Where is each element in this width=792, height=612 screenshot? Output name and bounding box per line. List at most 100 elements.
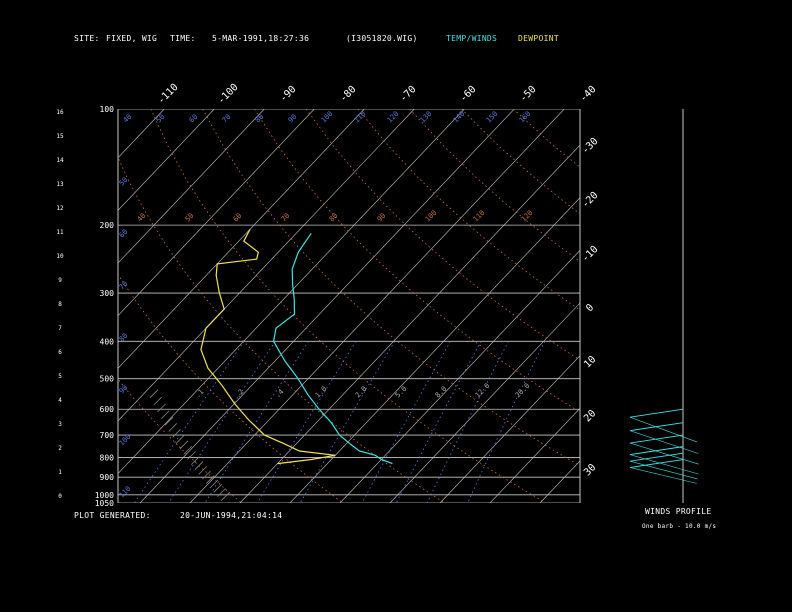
theta-label-orange: 120 bbox=[520, 209, 535, 224]
height-tick-label: 1 bbox=[58, 469, 62, 476]
isotherm-line bbox=[339, 249, 580, 503]
isotherm-line bbox=[0, 109, 114, 503]
wind-barb-mark bbox=[217, 488, 226, 497]
theta-label-orange: 80 bbox=[328, 212, 340, 224]
wind-barb-mark bbox=[198, 466, 208, 475]
mixing-ratio-line bbox=[168, 341, 276, 503]
mixing-ratio-line bbox=[467, 341, 546, 503]
wind-barb-mark bbox=[179, 440, 189, 450]
dry-adiabat-line bbox=[461, 109, 580, 215]
isotherm-line bbox=[118, 109, 415, 422]
height-tick-label: 2 bbox=[58, 445, 62, 452]
dry-adiabat-line bbox=[512, 109, 580, 168]
isotherm-line bbox=[389, 302, 580, 503]
dry-adiabat-line bbox=[118, 156, 445, 503]
dry-adiabat-line bbox=[305, 109, 580, 361]
wind-barb-mark bbox=[149, 389, 159, 398]
isotherm-line bbox=[539, 460, 580, 503]
wind-vector-line bbox=[629, 446, 684, 456]
pressure-tick-label: 500 bbox=[100, 375, 115, 384]
theta-label-orange: 70 bbox=[280, 212, 292, 224]
pressure-tick-label: 1050 bbox=[95, 499, 114, 508]
theta-label-top: 120 bbox=[386, 110, 401, 125]
theta-label-orange: 50 bbox=[184, 212, 196, 224]
dry-adiabat-line bbox=[150, 109, 547, 503]
isotherm-line bbox=[189, 109, 565, 503]
mixing-ratio-label: 5.0 bbox=[394, 385, 409, 400]
mixing-ratio-label: .4 bbox=[274, 388, 286, 400]
isotherm-line bbox=[590, 109, 792, 503]
height-tick-label: 7 bbox=[58, 325, 62, 332]
mixing-ratio-line bbox=[256, 341, 357, 503]
mixing-ratio-label: 1.0 bbox=[314, 385, 329, 400]
isotherm-line bbox=[139, 109, 515, 503]
wind-barb-mark bbox=[205, 475, 215, 484]
mixing-ratio-line bbox=[299, 341, 396, 503]
height-tick-label: 15 bbox=[56, 133, 64, 140]
isotherm-line bbox=[0, 109, 14, 503]
height-tick-label: 3 bbox=[58, 421, 62, 428]
isotherm-line bbox=[118, 109, 215, 211]
theta-label-top: 100 bbox=[320, 110, 335, 125]
theta-label-top: 160 bbox=[518, 110, 533, 125]
theta-label-left: 50 bbox=[118, 176, 130, 188]
theta-label-orange: 110 bbox=[472, 209, 487, 224]
height-tick-label: 0 bbox=[58, 493, 62, 500]
mixing-ratio-label: 20.0 bbox=[514, 382, 532, 400]
wind-barb-mark bbox=[168, 423, 178, 432]
temperature-top-label: -90 bbox=[278, 84, 299, 105]
dry-adiabat-line bbox=[118, 273, 344, 503]
height-tick-label: 11 bbox=[56, 229, 64, 236]
theta-label-left: 70 bbox=[118, 280, 130, 292]
isotherm-line bbox=[118, 109, 465, 474]
temperature-series-line bbox=[272, 232, 393, 465]
temperature-top-label: -60 bbox=[458, 84, 479, 105]
wind-barb-line bbox=[629, 454, 699, 475]
height-tick-label: 8 bbox=[58, 301, 62, 308]
wind-barb-line bbox=[629, 442, 699, 465]
temperature-right-label: -30 bbox=[580, 136, 601, 157]
pressure-tick-label: 900 bbox=[100, 473, 115, 482]
wind-barb-mark bbox=[187, 451, 196, 460]
temperature-top-label: -40 bbox=[578, 84, 599, 105]
wind-barb-mark bbox=[209, 479, 219, 489]
dewpoint-series-line bbox=[200, 229, 336, 465]
temperature-top-label: -50 bbox=[518, 84, 539, 105]
isotherm-line bbox=[118, 109, 365, 369]
temperature-top-label: -100 bbox=[216, 82, 241, 107]
pressure-tick-label: 600 bbox=[100, 405, 115, 414]
height-tick-label: 13 bbox=[56, 181, 64, 188]
wind-barb-mark bbox=[157, 403, 166, 413]
pressure-tick-label: 800 bbox=[100, 453, 115, 462]
pressure-tick-label: 400 bbox=[100, 337, 115, 346]
pressure-tick-label: 700 bbox=[100, 431, 115, 440]
theta-label-top: 140 bbox=[452, 110, 467, 125]
isotherm-line bbox=[239, 144, 580, 503]
isotherm-line bbox=[289, 197, 580, 503]
theta-label-top: 70 bbox=[221, 113, 233, 125]
mixing-ratio-label: 2.0 bbox=[354, 385, 369, 400]
dry-adiabat-line bbox=[409, 109, 580, 262]
theta-label-left: 90 bbox=[118, 384, 130, 396]
theta-label-orange: 100 bbox=[424, 209, 439, 224]
pressure-tick-label: 200 bbox=[100, 221, 115, 230]
wind-barb-mark bbox=[153, 396, 163, 406]
wind-barb-line bbox=[629, 430, 699, 454]
dry-adiabat-line bbox=[202, 109, 580, 467]
isotherm-line bbox=[118, 109, 165, 159]
mixing-ratio-label: .1 bbox=[194, 388, 206, 400]
wind-barb-mark bbox=[160, 410, 170, 420]
height-tick-label: 12 bbox=[56, 205, 64, 212]
temperature-right-label: -10 bbox=[580, 244, 601, 265]
height-tick-label: 5 bbox=[58, 373, 62, 380]
theta-label-top: 150 bbox=[485, 110, 500, 125]
height-tick-label: 10 bbox=[56, 253, 64, 260]
theta-label-left: 110 bbox=[118, 485, 133, 500]
height-tick-label: 14 bbox=[56, 157, 64, 164]
wind-vector-line bbox=[629, 434, 684, 444]
isotherm-line bbox=[0, 109, 64, 503]
temperature-top-label: -70 bbox=[398, 84, 419, 105]
theta-label-top: 110 bbox=[353, 110, 368, 125]
theta-label-orange: 90 bbox=[376, 212, 388, 224]
wind-profile-panel bbox=[629, 109, 699, 503]
